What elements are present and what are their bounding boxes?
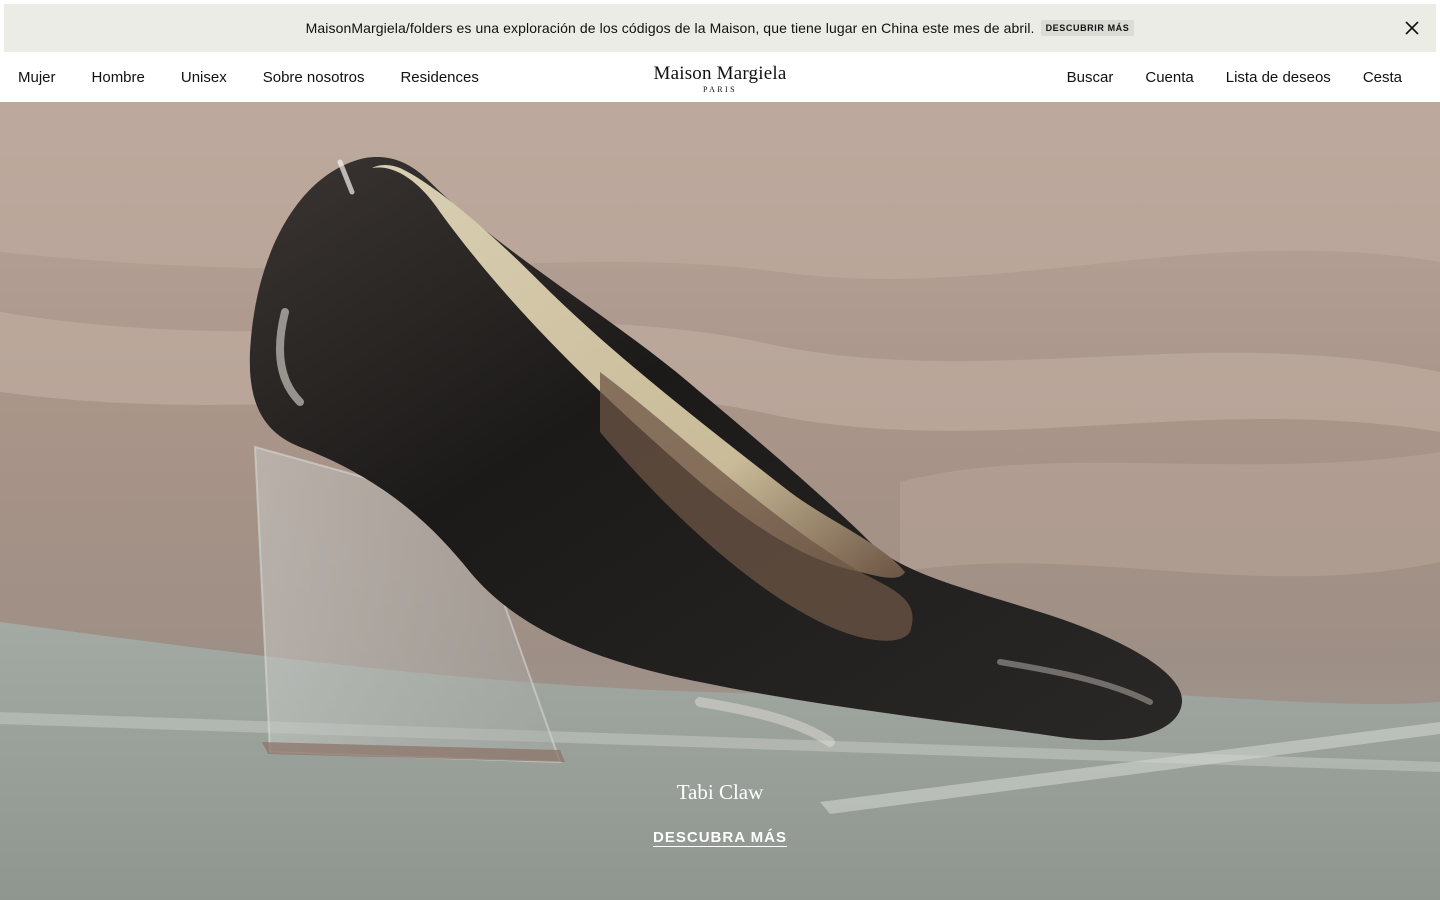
utility-nav: Buscar Cuenta Lista de deseos Cesta bbox=[1035, 52, 1402, 102]
nav-item-cuenta[interactable]: Cuenta bbox=[1145, 69, 1193, 86]
hero-title: Tabi Claw bbox=[676, 780, 764, 804]
nav-item-buscar[interactable]: Buscar bbox=[1067, 69, 1114, 86]
close-icon[interactable] bbox=[1402, 18, 1422, 38]
logo-subtitle: PARIS bbox=[703, 85, 737, 94]
logo-wordmark: Maison Margiela bbox=[653, 63, 787, 84]
nav-item-lista-de-deseos[interactable]: Lista de deseos bbox=[1226, 69, 1331, 86]
nav-item-unisex[interactable]: Unisex bbox=[181, 69, 227, 86]
nav-item-residences[interactable]: Residences bbox=[400, 69, 478, 86]
hero-discover-more-link[interactable]: DESCUBRA MÁS bbox=[653, 829, 787, 846]
banner-text: MaisonMargiela/folders es una exploració… bbox=[305, 20, 1035, 36]
nav-item-sobre-nosotros[interactable]: Sobre nosotros bbox=[263, 69, 365, 86]
nav-item-cesta[interactable]: Cesta bbox=[1363, 69, 1402, 86]
hero-banner[interactable]: Tabi Claw DESCUBRA MÁS bbox=[0, 102, 1440, 900]
announcement-banner: MaisonMargiela/folders es una exploració… bbox=[4, 4, 1436, 52]
nav-item-hombre[interactable]: Hombre bbox=[92, 69, 145, 86]
site-header: Mujer Hombre Unisex Sobre nosotros Resid… bbox=[0, 52, 1440, 102]
nav-item-mujer[interactable]: Mujer bbox=[18, 69, 56, 86]
brand-logo[interactable]: Maison Margiela PARIS bbox=[654, 64, 787, 95]
banner-discover-more-button[interactable]: DESCUBRIR MÁS bbox=[1040, 20, 1135, 36]
primary-nav: Mujer Hombre Unisex Sobre nosotros Resid… bbox=[18, 52, 515, 102]
